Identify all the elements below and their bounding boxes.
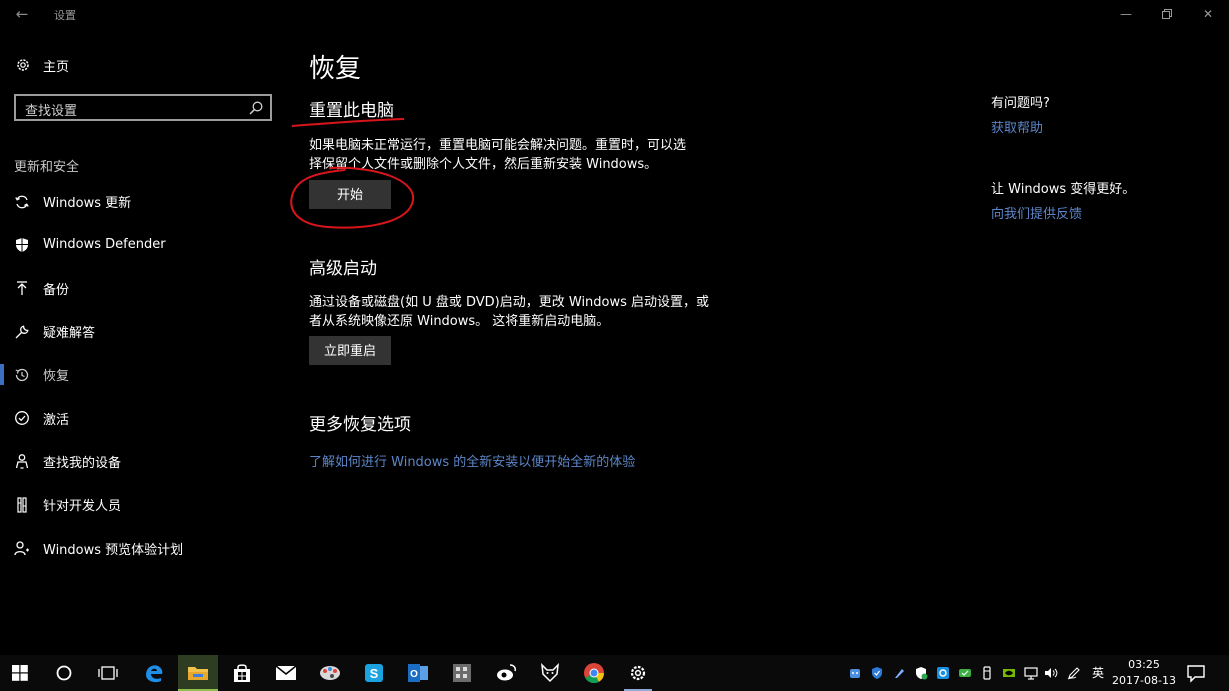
tray-blue-app-icon[interactable] bbox=[934, 655, 952, 691]
get-help-link[interactable]: 获取帮助 bbox=[991, 117, 1043, 136]
sidebar-item-label: 疑难解答 bbox=[43, 326, 96, 342]
tray-shield-icon[interactable] bbox=[868, 655, 886, 691]
tray-feather-icon[interactable] bbox=[890, 655, 908, 691]
tray-network-icon[interactable] bbox=[1022, 655, 1040, 691]
clock-date: 2017-08-13 bbox=[1112, 674, 1176, 687]
sidebar-item-activation[interactable]: 激活 bbox=[0, 396, 290, 439]
sidebar-item-label: Windows Defender bbox=[43, 237, 166, 253]
search-icon[interactable] bbox=[248, 100, 264, 116]
sidebar-item-find-my-device[interactable]: 查找我的设备 bbox=[0, 440, 290, 483]
history-icon bbox=[14, 367, 30, 383]
reset-description-line: 择保留个人文件或删除个人文件，然后重新安装 Windows。 bbox=[309, 157, 658, 172]
tray-app-icon[interactable] bbox=[846, 655, 864, 691]
window-title: 设置 bbox=[54, 9, 76, 22]
tray-volume-icon[interactable] bbox=[1042, 655, 1060, 691]
tray-defender-icon[interactable] bbox=[912, 655, 930, 691]
sidebar-item-recovery[interactable]: 恢复 bbox=[0, 353, 290, 396]
give-feedback-link[interactable]: 向我们提供反馈 bbox=[991, 203, 1082, 222]
chrome-icon[interactable] bbox=[574, 655, 614, 691]
sidebar-item-windows-update[interactable]: Windows 更新 bbox=[0, 180, 290, 223]
reset-heading: 重置此电脑 bbox=[309, 101, 394, 121]
sidebar-item-backup[interactable]: 备份 bbox=[0, 267, 290, 310]
skype-icon[interactable]: S bbox=[354, 655, 394, 691]
advanced-startup-description: 通过设备或磁盘(如 U 盘或 DVD)启动，更改 Windows 启动设置，或 … bbox=[309, 293, 719, 331]
fresh-start-link[interactable]: 了解如何进行 Windows 的全新安装以便开始全新的体验 bbox=[309, 451, 635, 470]
tray-usb-icon[interactable] bbox=[978, 655, 996, 691]
help-title: 有问题吗? bbox=[991, 96, 1050, 111]
tray-green-app-icon[interactable] bbox=[956, 655, 974, 691]
sidebar-home[interactable]: 主页 bbox=[14, 54, 69, 76]
minimize-icon[interactable]: — bbox=[1111, 4, 1141, 24]
wrench-icon bbox=[14, 324, 30, 340]
sidebar-section-title: 更新和安全 bbox=[14, 160, 80, 175]
upload-arrow-icon bbox=[14, 280, 30, 296]
clock-time: 03:25 bbox=[1128, 658, 1160, 671]
sidebar-item-windows-insider[interactable]: Windows 预览体验计划 bbox=[0, 526, 290, 569]
settings-window: ← 设置 — ✕ 主页 查找设置 更新和安全 Windows 更新 Window… bbox=[0, 0, 1229, 691]
insider-person-icon bbox=[14, 540, 30, 556]
advanced-description-line: 者从系统映像还原 Windows。 这将重新启动电脑。 bbox=[309, 314, 610, 329]
start-windows-icon[interactable] bbox=[0, 655, 40, 691]
sidebar-item-label: 备份 bbox=[43, 282, 70, 298]
restart-now-button[interactable]: 立即重启 bbox=[309, 336, 391, 365]
search-placeholder: 查找设置 bbox=[25, 104, 78, 119]
taskbar-clock[interactable]: 03:25 2017-08-13 bbox=[1110, 657, 1178, 689]
sidebar-item-label: Windows 更新 bbox=[43, 196, 132, 212]
sidebar-item-windows-defender[interactable]: Windows Defender bbox=[0, 223, 290, 266]
gear-icon bbox=[14, 56, 32, 74]
close-icon[interactable]: ✕ bbox=[1193, 4, 1223, 24]
cortana-circle-icon[interactable] bbox=[44, 655, 84, 691]
sidebar-nav: Windows 更新 Windows Defender 备份 疑难解答 恢复 激… bbox=[0, 180, 290, 570]
sidebar-home-label: 主页 bbox=[43, 59, 70, 75]
search-input[interactable]: 查找设置 bbox=[14, 94, 272, 121]
check-circle-icon bbox=[14, 410, 30, 426]
tray-nvidia-icon[interactable] bbox=[1000, 655, 1018, 691]
back-arrow-icon[interactable]: ← bbox=[12, 5, 32, 23]
svg-text:S: S bbox=[370, 666, 379, 681]
more-options-heading: 更多恢复选项 bbox=[309, 415, 411, 435]
calculator-app-icon[interactable] bbox=[442, 655, 482, 691]
title-bar: ← 设置 — ✕ bbox=[0, 0, 1229, 30]
settings-gear-icon[interactable] bbox=[618, 655, 658, 691]
sidebar-item-troubleshoot[interactable]: 疑难解答 bbox=[0, 310, 290, 353]
sidebar-item-label: 针对开发人员 bbox=[43, 499, 122, 515]
svg-text:O: O bbox=[410, 669, 418, 680]
file-explorer-icon[interactable] bbox=[178, 655, 218, 691]
task-view-icon[interactable] bbox=[88, 655, 128, 691]
sidebar-item-label: 恢复 bbox=[43, 369, 70, 385]
sidebar-item-label: 激活 bbox=[43, 412, 70, 428]
paint-palette-app-icon[interactable] bbox=[310, 655, 350, 691]
feedback-title: 让 Windows 变得更好。 bbox=[991, 182, 1136, 197]
advanced-description-line: 通过设备或磁盘(如 U 盘或 DVD)启动，更改 Windows 启动设置，或 bbox=[309, 295, 710, 310]
developer-tools-icon bbox=[14, 497, 30, 513]
outlook-icon[interactable]: O bbox=[398, 655, 438, 691]
sidebar-item-for-developers[interactable]: 针对开发人员 bbox=[0, 483, 290, 526]
fox-app-icon[interactable] bbox=[530, 655, 570, 691]
person-location-icon bbox=[14, 453, 30, 470]
page-title: 恢复 bbox=[309, 54, 362, 84]
mail-icon[interactable] bbox=[266, 655, 306, 691]
shield-icon bbox=[14, 237, 30, 253]
reset-description-line: 如果电脑未正常运行，重置电脑可能会解决问题。重置时，可以选 bbox=[309, 138, 687, 153]
weibo-icon[interactable] bbox=[486, 655, 526, 691]
action-center-icon[interactable] bbox=[1186, 663, 1206, 683]
sidebar-item-label: Windows 预览体验计划 bbox=[43, 542, 184, 558]
sync-icon bbox=[14, 194, 30, 210]
advanced-startup-heading: 高级启动 bbox=[309, 259, 377, 279]
start-reset-button[interactable]: 开始 bbox=[309, 180, 391, 209]
reset-description: 如果电脑未正常运行，重置电脑可能会解决问题。重置时，可以选 择保留个人文件或删除… bbox=[309, 136, 719, 174]
tray-pen-icon[interactable] bbox=[1064, 655, 1084, 691]
edge-icon[interactable] bbox=[134, 655, 174, 691]
sidebar-item-label: 查找我的设备 bbox=[43, 455, 122, 471]
maximize-icon[interactable] bbox=[1152, 4, 1182, 24]
ime-indicator[interactable]: 英 bbox=[1092, 655, 1104, 691]
store-icon[interactable] bbox=[222, 655, 262, 691]
taskbar: S O 英 03:25 2017-08-13 bbox=[0, 655, 1229, 691]
